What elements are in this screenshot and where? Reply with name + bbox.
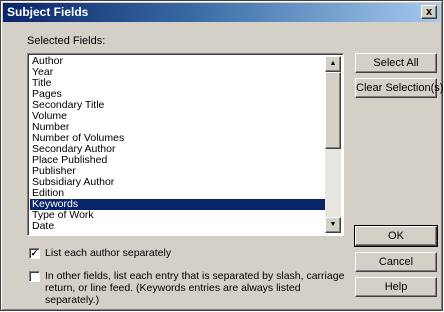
help-button[interactable]: Help <box>355 277 437 297</box>
scroll-down-button[interactable]: ▼ <box>325 217 341 233</box>
fields-listbox[interactable]: Author Year Title Pages Secondary Title Volum… <box>27 53 344 236</box>
list-item[interactable]: Title <box>30 78 326 89</box>
list-item[interactable]: Subsidiary Author <box>30 177 326 188</box>
list-authors-separately-label: List each author separately <box>45 247 172 259</box>
list-item[interactable]: Type of Work <box>30 210 326 221</box>
select-all-button[interactable]: Select All <box>355 53 437 73</box>
list-item[interactable]: Secondary Title <box>30 100 326 111</box>
triangle-down-icon: ▼ <box>329 221 337 228</box>
checkmark-icon: ✓ <box>30 248 39 258</box>
fields-list: Author Year Title Pages Secondary Title Volum… <box>30 56 326 232</box>
list-item[interactable]: Date <box>30 221 326 232</box>
list-item[interactable]: Volume <box>30 111 326 122</box>
cancel-button[interactable]: Cancel <box>355 252 437 272</box>
list-item[interactable]: Author <box>30 56 326 67</box>
list-entries-separated-label: In other fields, list each entry that is… <box>45 270 345 306</box>
scroll-up-button[interactable]: ▲ <box>325 56 341 72</box>
triangle-up-icon: ▲ <box>329 60 337 67</box>
list-item[interactable]: Year <box>30 67 326 78</box>
vertical-scrollbar[interactable]: ▲ ▼ <box>325 56 341 233</box>
window-title: Subject Fields <box>7 5 89 19</box>
scrollbar-thumb[interactable] <box>325 72 341 149</box>
close-button[interactable]: x <box>421 5 437 19</box>
ok-button[interactable]: OK <box>354 225 438 247</box>
list-authors-separately-checkbox[interactable]: ✓ <box>29 248 40 259</box>
clear-selection-button[interactable]: Clear Selection(s) <box>355 78 443 98</box>
list-entries-separated-checkbox[interactable] <box>29 271 40 282</box>
selected-fields-label: Selected Fields: <box>27 35 106 47</box>
title-bar[interactable]: Subject Fields x <box>3 3 440 22</box>
subject-fields-dialog: Subject Fields x Selected Fields: Author… <box>0 0 443 311</box>
